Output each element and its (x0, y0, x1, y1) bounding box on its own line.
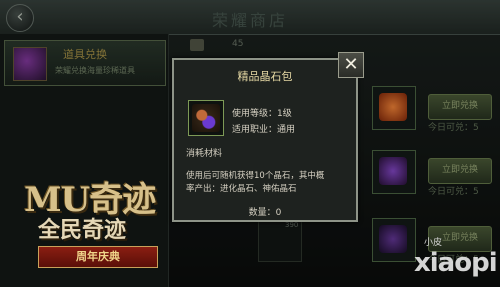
applicable-job: 适用职业：通用 (232, 125, 296, 135)
logo-sub-text: 全民奇迹 (38, 217, 127, 243)
desc-line-2: 率产出：进化晶石、神佑晶石 (186, 184, 297, 194)
item-category: 消耗材料 (186, 149, 223, 159)
watermark-logo: xiaopi (414, 248, 498, 278)
quantity: 数量：0 (248, 208, 282, 218)
watermark-small: 小皮 (424, 238, 443, 248)
crystal-pack-icon (192, 104, 220, 132)
item-frame (188, 100, 224, 136)
popup-title: 精品晶石包 (237, 70, 293, 83)
anniversary-banner: 周年庆典 (38, 246, 158, 268)
use-level: 使用等级：1级 (232, 109, 292, 119)
close-button[interactable]: ✕ (338, 52, 364, 78)
game-logo: MU奇迹 全民奇迹 周年庆典 (24, 172, 200, 280)
item-description: 使用后可随机获得10个晶石，其中概 率产出：进化晶石、神佑晶石 (186, 170, 350, 196)
desc-line-1: 使用后可随机获得10个晶石，其中概 (186, 171, 325, 181)
